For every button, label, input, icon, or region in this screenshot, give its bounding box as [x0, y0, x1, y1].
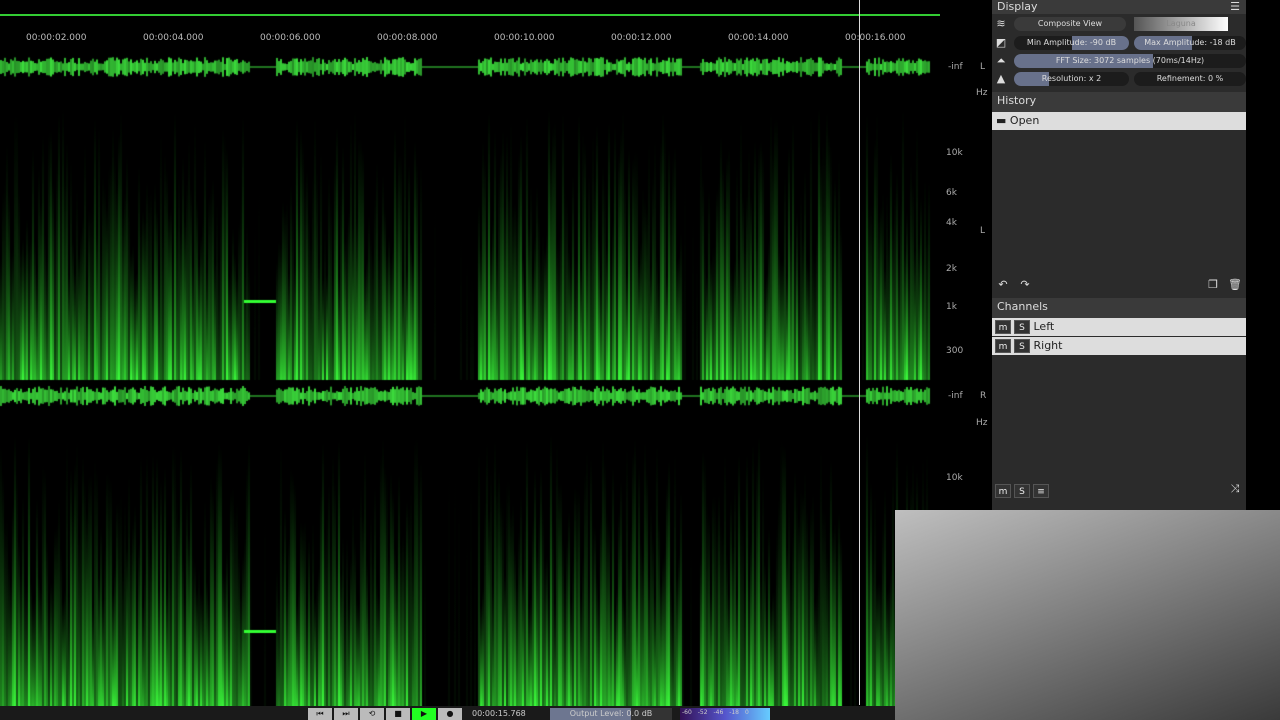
play-button[interactable]: ▶ — [412, 708, 436, 720]
output-level-label: Output Level: 0.0 dB — [569, 709, 653, 718]
time-tick: 00:00:04.000 — [143, 33, 204, 43]
solo-button[interactable]: S — [1014, 320, 1030, 334]
channel-label: Left — [1033, 320, 1055, 333]
refinement-slider[interactable]: Refinement: 0 % — [1134, 72, 1246, 86]
fft-size-slider[interactable]: FFT Size: 3072 samples (70ms/14Hz) — [1014, 54, 1246, 68]
max-amplitude-slider[interactable]: Max Amplitude: -18 dB — [1134, 36, 1246, 50]
colormap-select[interactable]: Laguna — [1134, 17, 1228, 31]
overview-bar[interactable] — [0, 14, 940, 16]
display-title: Display — [992, 0, 1246, 14]
history-item-label: Open — [1009, 114, 1040, 127]
meter-tick: -52 — [697, 709, 708, 716]
record-button[interactable]: ● — [438, 708, 462, 720]
redo-icon[interactable]: ↷ — [1018, 278, 1032, 292]
resolution-slider[interactable]: Resolution: x 2 — [1014, 72, 1129, 86]
time-tick: 00:00:14.000 — [728, 33, 789, 43]
channel-row-right[interactable]: mS Right — [992, 337, 1246, 355]
resolution-icon: ▲ — [996, 72, 1006, 85]
time-tick: 00:00:08.000 — [377, 33, 438, 43]
max-amplitude-label: Max Amplitude: -18 dB — [1144, 38, 1236, 47]
history-title: History — [992, 92, 1246, 112]
freq-label: 10k — [946, 148, 963, 158]
colormap-label: Laguna — [1166, 19, 1196, 28]
channel-right-label: R — [980, 391, 987, 401]
composite-view-button[interactable]: Composite View — [1014, 17, 1126, 31]
channels-title: Channels — [992, 298, 1246, 318]
freq-10k-r: 10k — [946, 473, 963, 483]
time-display: 00:00:15.768 — [472, 709, 526, 718]
channel-label: Right — [1033, 339, 1063, 352]
layers-icon[interactable]: ≋ — [994, 17, 1008, 31]
webcam-overlay — [895, 510, 1280, 720]
hz-label-r: Hz — [976, 418, 988, 428]
time-tick: 00:00:16.000 — [845, 33, 906, 43]
freq-label: 4k — [946, 218, 957, 228]
resolution-label: Resolution: x 2 — [1041, 74, 1102, 83]
freq-label: 2k — [946, 264, 957, 274]
stop-button[interactable]: ■ — [386, 708, 410, 720]
history-item[interactable]: ▬ Open — [992, 112, 1246, 130]
time-tick: 00:00:12.000 — [611, 33, 672, 43]
output-level-slider[interactable]: Output Level: 0.0 dB — [550, 708, 672, 720]
inf-label-r: -inf — [948, 391, 963, 401]
time-tick: 00:00:02.000 — [26, 33, 87, 43]
refinement-label: Refinement: 0 % — [1156, 74, 1224, 83]
solo-all-button[interactable]: S — [1014, 484, 1030, 498]
skip-back-button[interactable]: ⏮ — [308, 708, 332, 720]
meter-tick: -18 — [729, 709, 740, 716]
channel-left-label: L — [980, 62, 986, 72]
freq-label: 6k — [946, 188, 957, 198]
copy-icon[interactable]: ❐ — [1206, 278, 1220, 292]
fft-size-label: FFT Size: 3072 samples (70ms/14Hz) — [1055, 56, 1205, 65]
channel-left-label-2: L — [980, 226, 986, 236]
transport-bar: ⏮ ⏭ ⟲ ■ ▶ ● 00:00:15.768 Output Level: 0… — [0, 706, 895, 720]
composite-view-label: Composite View — [1037, 19, 1103, 28]
skip-forward-button[interactable]: ⏭ — [334, 708, 358, 720]
meter-scale: -60 -52 -46 -18 0 — [682, 709, 749, 716]
meter-tick: -60 — [682, 709, 692, 716]
inf-label: -inf — [948, 62, 963, 72]
amplitude-icon: ◩ — [995, 36, 1007, 49]
folder-icon: ▬ — [996, 114, 1007, 127]
shuffle-icon[interactable]: ⤨ — [1228, 482, 1242, 496]
time-tick: 00:00:06.000 — [260, 33, 321, 43]
playhead[interactable] — [859, 0, 860, 705]
freq-label: 1k — [946, 302, 957, 312]
trash-icon[interactable]: 🗑 — [1228, 278, 1242, 292]
fft-icon: ⏶ — [996, 54, 1006, 67]
channel-row-left[interactable]: mS Left — [992, 318, 1246, 336]
mute-button[interactable]: m — [995, 339, 1011, 353]
undo-icon[interactable]: ↶ — [996, 278, 1010, 292]
meter-tick: 0 — [744, 709, 749, 716]
solo-button[interactable]: S — [1014, 339, 1030, 353]
time-tick: 00:00:10.000 — [494, 33, 555, 43]
spectrogram-view[interactable] — [0, 48, 940, 708]
mute-all-button[interactable]: m — [995, 484, 1011, 498]
mute-button[interactable]: m — [995, 320, 1011, 334]
menu-icon[interactable]: ☰ — [1228, 0, 1242, 14]
freq-label: 300 — [946, 346, 964, 356]
timeline-ruler[interactable]: 00:00:02.000 00:00:04.000 00:00:06.000 00:0… — [0, 0, 940, 48]
list-icon[interactable]: ≡ — [1033, 484, 1049, 498]
meter-tick: -46 — [713, 709, 724, 716]
min-amplitude-slider[interactable]: Min Amplitude: -90 dB — [1014, 36, 1129, 50]
hz-label: Hz — [976, 88, 988, 98]
loop-button[interactable]: ⟲ — [360, 708, 384, 720]
right-panel: Display ☰ ≋ Composite View Laguna ◩ Min … — [992, 0, 1246, 510]
min-amplitude-label: Min Amplitude: -90 dB — [1026, 38, 1117, 47]
